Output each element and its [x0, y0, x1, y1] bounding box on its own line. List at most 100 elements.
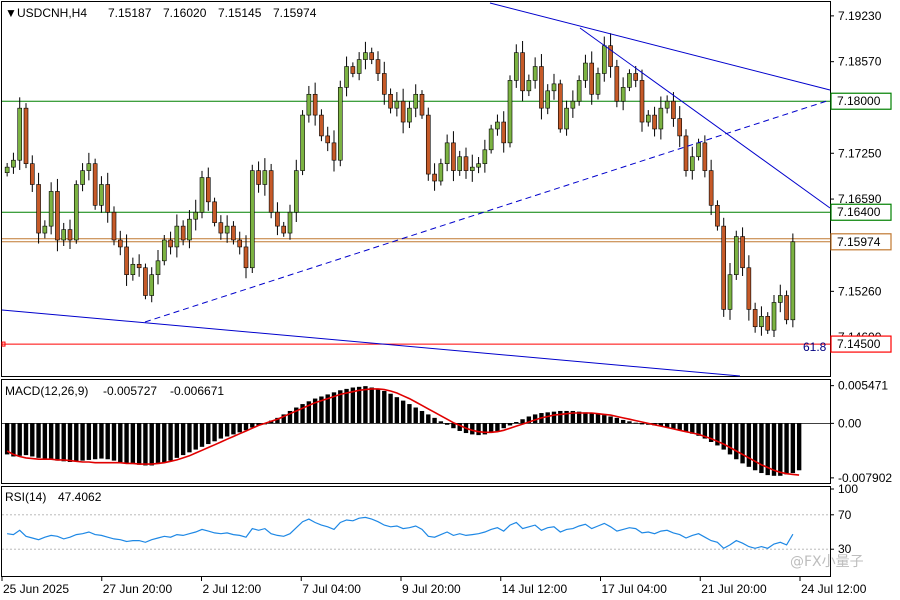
candle-body: [595, 73, 601, 95]
macd-label: MACD(12,26,9): [5, 384, 88, 398]
candle-body: [23, 107, 29, 164]
macd-bar: [187, 423, 192, 453]
candle-body: [513, 52, 519, 81]
candle-body: [551, 83, 557, 92]
x-tick-label: 9 Jul 20:00: [402, 582, 461, 596]
macd-bar: [790, 423, 796, 474]
candle-body: [168, 239, 173, 248]
candle-body: [752, 309, 758, 328]
x-tick-label: 14 Jul 12:00: [502, 582, 568, 596]
macd-bar: [633, 422, 638, 424]
candle: [557, 79, 563, 133]
macd-bar: [356, 386, 362, 424]
x-tick-label: 27 Jun 20:00: [103, 582, 173, 596]
candle-body: [174, 225, 180, 248]
candle-body: [155, 260, 161, 275]
candle-body: [331, 142, 337, 161]
candle-body: [715, 205, 720, 227]
candle-body: [740, 236, 745, 269]
fib-label: 61.8: [803, 340, 827, 354]
candle-body: [180, 225, 186, 241]
macd-bar: [67, 423, 73, 462]
candle-body: [344, 66, 349, 88]
candle-body: [784, 295, 789, 321]
symbol-label: USDCNH,H4: [17, 6, 87, 20]
macd-bar: [206, 423, 211, 445]
candle-body: [92, 163, 98, 206]
candle-body: [218, 222, 224, 234]
close-value: 7.15974: [273, 6, 317, 20]
candle-body: [55, 191, 60, 241]
candle: [300, 110, 305, 176]
candle-body: [520, 52, 525, 92]
macd-bar: [350, 387, 356, 424]
candle-body: [161, 239, 167, 262]
macd-bar: [92, 423, 98, 460]
candle-body: [231, 225, 236, 241]
candle-body: [243, 246, 249, 269]
candle-body: [620, 87, 626, 102]
candle-body: [369, 52, 375, 60]
candle-body: [526, 80, 532, 92]
candle: [721, 217, 727, 317]
candle-body: [507, 80, 513, 144]
candle-body: [293, 170, 299, 213]
candle-body: [36, 184, 41, 234]
macd-bar: [608, 416, 613, 424]
macd-bar: [727, 423, 733, 455]
candle-body: [143, 267, 148, 296]
price-pane[interactable]: [1, 1, 831, 377]
macd-main-value: -0.005727: [103, 384, 157, 398]
macd-bar: [212, 423, 217, 442]
candle-body: [149, 274, 155, 296]
candle-body: [696, 142, 701, 158]
macd-bar: [23, 423, 29, 456]
candle-body: [117, 239, 123, 248]
macd-bar: [143, 423, 148, 466]
candle-body: [319, 114, 324, 137]
candle: [733, 230, 739, 280]
candle-body: [287, 211, 293, 234]
macd-bar: [476, 423, 481, 436]
candle: [23, 103, 29, 169]
macd-bar: [683, 423, 689, 432]
macd-bar: [36, 423, 41, 458]
candle-body: [645, 114, 651, 123]
candle-body: [463, 156, 469, 171]
trading-chart[interactable]: 7.192307.185707.172507.165907.152607.146…: [0, 0, 900, 600]
macd-bar: [426, 414, 431, 424]
macd-bar: [413, 407, 418, 424]
macd-bar: [111, 423, 117, 461]
macd-bar: [174, 423, 180, 458]
y-tick-label: 7.15260: [838, 284, 882, 298]
candle-body: [476, 163, 481, 168]
candle: [419, 90, 425, 119]
rsi-label: RSI(14): [5, 490, 46, 504]
macd-bar: [400, 400, 406, 424]
macd-bar: [224, 423, 230, 437]
price-level-label: 7.14500: [837, 337, 881, 351]
x-tick-label: 24 Jul 12:00: [801, 582, 867, 596]
candle-body: [388, 93, 393, 109]
candle: [92, 158, 98, 210]
candle-body: [268, 170, 274, 213]
rsi-pane[interactable]: [1, 486, 831, 577]
candle: [614, 59, 620, 108]
candle-body: [689, 156, 695, 171]
candle-body: [488, 128, 494, 151]
candle-body: [212, 201, 217, 223]
candle-body: [124, 246, 129, 275]
candle-body: [438, 163, 444, 182]
macd-bar: [740, 423, 745, 464]
candle-body: [394, 100, 400, 109]
candle-body: [614, 66, 620, 102]
candle-body: [350, 66, 356, 74]
macd-bar: [771, 423, 777, 476]
macd-bar: [639, 423, 645, 425]
candle-body: [759, 316, 764, 328]
candle-body: [312, 93, 318, 116]
macd-bar: [545, 412, 550, 424]
macd-bar: [218, 423, 224, 439]
candle-body: [601, 45, 607, 74]
macd-bar: [784, 423, 789, 475]
